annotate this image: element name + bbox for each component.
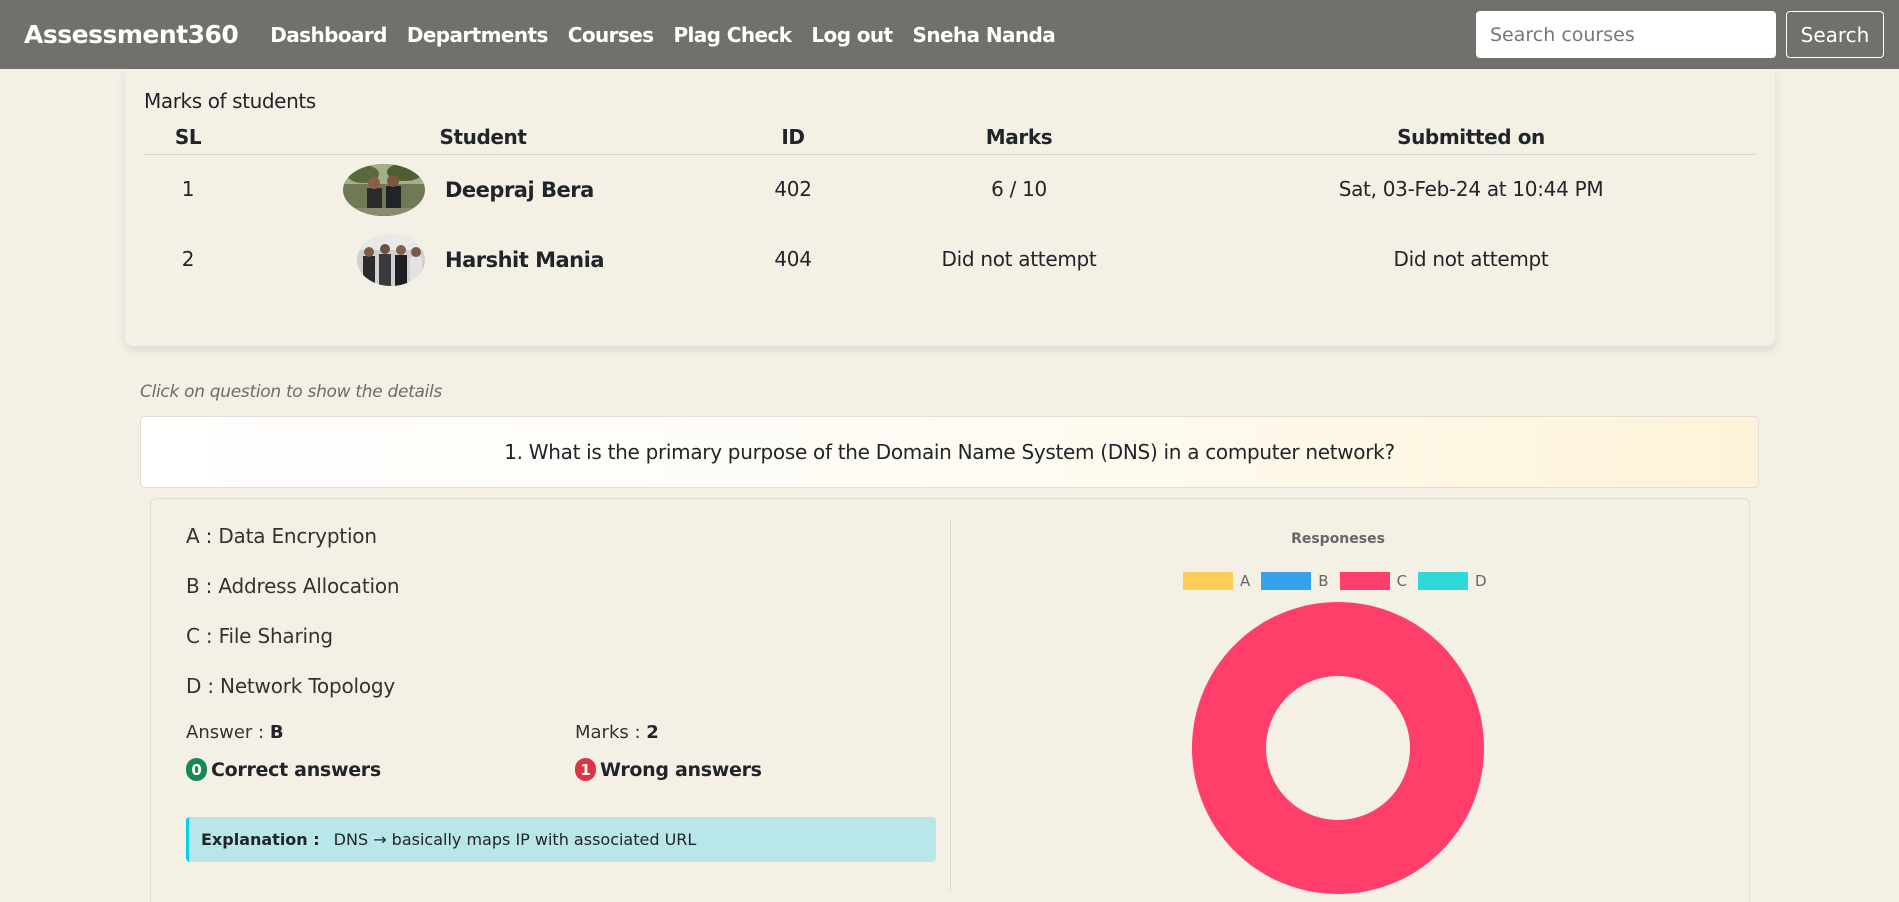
search-button[interactable]: Search [1786, 11, 1884, 58]
hint-text: Click on question to show the details [140, 382, 442, 402]
table-row: 1 Deepraj Bera 402 6 / 10 Sat, 03-Feb-24… [144, 155, 1756, 225]
explanation-label: Explanation : [201, 830, 320, 849]
legend-item[interactable]: B [1261, 572, 1329, 590]
navbar: Assessment360 Dashboard Departments Cour… [0, 0, 1899, 69]
row-sl: 2 [181, 247, 195, 271]
marks-title: Marks of students [144, 89, 316, 113]
legend-label: C [1396, 572, 1408, 590]
legend-label: A [1240, 572, 1251, 590]
chart-legend: A B C D [1183, 572, 1498, 590]
answer-value: B [269, 722, 284, 743]
search-form: Search [1476, 11, 1884, 58]
avatar [343, 164, 425, 216]
option-c: C : File Sharing [186, 624, 333, 648]
nav-link-courses[interactable]: Courses [568, 23, 654, 47]
nav-link-dashboard[interactable]: Dashboard [270, 23, 387, 47]
legend-item[interactable]: A [1183, 572, 1250, 590]
marks-table: SL Student ID Marks Submitted on 1 Deepr… [144, 114, 1756, 295]
nav-link-departments[interactable]: Departments [407, 23, 549, 47]
search-input[interactable] [1476, 11, 1776, 58]
nav-links: Dashboard Departments Courses Plag Check… [260, 23, 1065, 47]
brand-logo[interactable]: Assessment360 [24, 20, 239, 49]
nav-link-plag-check[interactable]: Plag Check [673, 23, 792, 47]
donut-slice-c[interactable] [1191, 602, 1484, 894]
header-id: ID [781, 125, 805, 149]
header-sl: SL [174, 125, 202, 149]
option-a: A : Data Encryption [186, 524, 377, 548]
responses-donut-chart [1191, 602, 1484, 894]
question-text: 1. What is the primary purpose of the Do… [504, 440, 1395, 464]
answer: Answer : B [186, 722, 284, 743]
row-submitted-on: Sat, 03-Feb-24 at 10:44 PM [1338, 177, 1604, 201]
row-sl: 1 [181, 177, 195, 201]
row-submitted-on: Did not attempt [1393, 247, 1549, 271]
wrong-count-badge: 1 [575, 758, 596, 781]
student-name[interactable]: Harshit Mania [445, 248, 605, 272]
legend-swatch [1261, 572, 1312, 590]
option-b: B : Address Allocation [186, 574, 400, 598]
explanation-text: DNS → basically maps IP with associated … [333, 830, 697, 849]
header-student: Student [439, 125, 527, 149]
wrong-label: Wrong answers [600, 758, 762, 781]
legend-item[interactable]: D [1418, 572, 1487, 590]
option-d: D : Network Topology [186, 674, 396, 698]
table-header: SL Student ID Marks Submitted on [144, 114, 1756, 155]
divider [950, 519, 951, 891]
marks-value: 2 [646, 722, 659, 743]
marks-label: Marks : [575, 722, 647, 743]
correct-count-badge: 0 [186, 758, 207, 781]
student-cell: Deepraj Bera [343, 155, 594, 225]
row-marks: Did not attempt [941, 247, 1097, 271]
correct-answers: 0 Correct answers [186, 758, 381, 781]
row-marks: 6 / 10 [991, 177, 1047, 201]
chart-title: Responeses [1291, 531, 1385, 547]
table-row: 2 Harshit Mania 404 Did not attempt Did … [144, 225, 1756, 295]
legend-swatch [1418, 572, 1469, 590]
question-header[interactable]: 1. What is the primary purpose of the Do… [140, 416, 1759, 488]
student-name[interactable]: Deepraj Bera [445, 178, 594, 202]
marks-card: Marks of students SL Student ID Marks Su… [125, 69, 1775, 346]
question-marks: Marks : 2 [575, 722, 659, 743]
nav-link-logout[interactable]: Log out [811, 23, 893, 47]
answer-label: Answer : [186, 722, 270, 743]
legend-item[interactable]: C [1339, 572, 1408, 590]
legend-label: D [1475, 572, 1487, 590]
row-id: 402 [774, 177, 812, 201]
header-submitted-on: Submitted on [1397, 125, 1545, 149]
legend-swatch [1339, 572, 1390, 590]
explanation-box: Explanation : DNS → basically maps IP wi… [186, 817, 936, 862]
nav-link-profile[interactable]: Sneha Nanda [913, 23, 1056, 47]
wrong-answers: 1 Wrong answers [575, 758, 762, 781]
legend-swatch [1183, 572, 1233, 590]
avatar [357, 234, 425, 286]
student-cell: Harshit Mania [343, 225, 605, 295]
question-details: A : Data Encryption B : Address Allocati… [150, 498, 1750, 902]
header-marks: Marks [985, 125, 1053, 149]
legend-label: B [1318, 572, 1329, 590]
correct-label: Correct answers [211, 758, 381, 781]
row-id: 404 [774, 247, 812, 271]
